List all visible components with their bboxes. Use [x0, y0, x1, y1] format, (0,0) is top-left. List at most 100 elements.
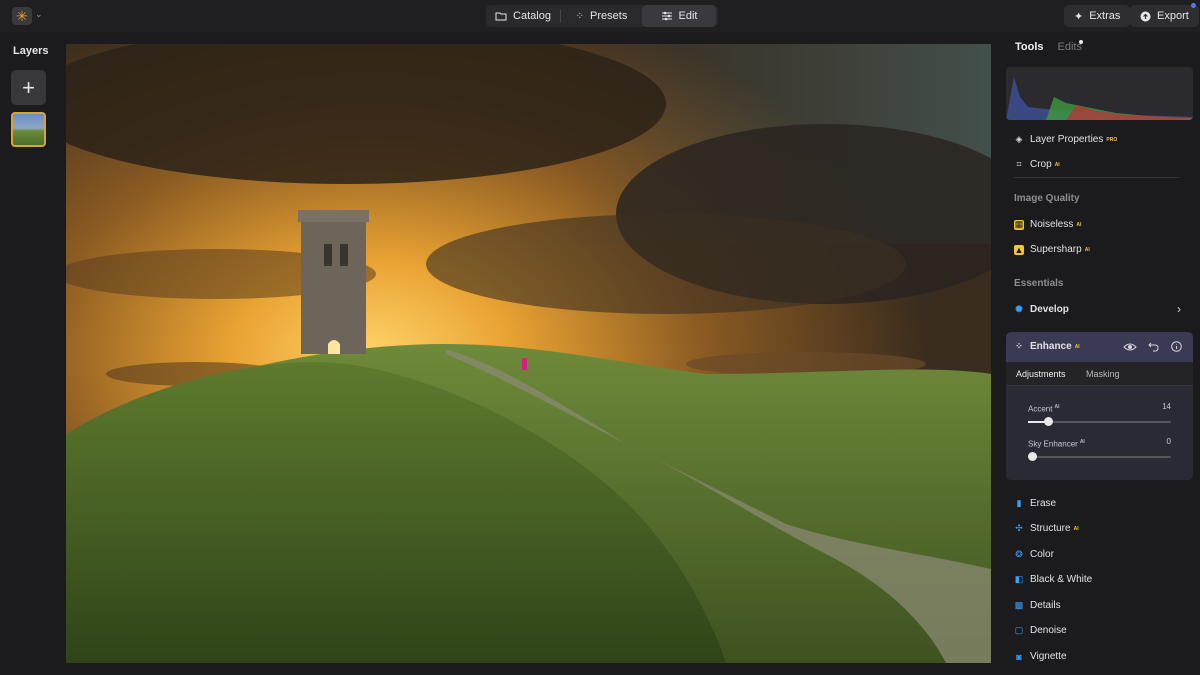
sliders-icon: [661, 11, 672, 21]
enhance-title-row: ⁘ Enhance AI: [1014, 341, 1080, 352]
structure-label: Structure: [1030, 523, 1071, 534]
enhance-header[interactable]: ⁘ Enhance AI: [1006, 332, 1193, 362]
tab-catalog[interactable]: Catalog: [486, 5, 560, 27]
vignette-label: Vignette: [1030, 651, 1067, 662]
app-logo-icon[interactable]: ✳: [12, 7, 32, 25]
black-white-label: Black & White: [1030, 574, 1093, 585]
accent-slider[interactable]: [1028, 417, 1171, 426]
details-icon: ▩: [1014, 600, 1024, 610]
accent-slider-label: Accent AI: [1028, 404, 1059, 414]
sparkle-icon: ✦: [1074, 10, 1084, 23]
black-white-icon: ◧: [1014, 574, 1024, 584]
vignette-icon: ◙: [1016, 651, 1022, 662]
export-button[interactable]: Export: [1130, 5, 1199, 27]
tab-presets[interactable]: ⁘ Presets: [561, 5, 642, 27]
details-label: Details: [1030, 600, 1061, 611]
enhance-subtabs: Adjustments Masking: [1006, 362, 1193, 386]
histogram: [1006, 67, 1193, 120]
enhance-title: Enhance: [1030, 341, 1072, 352]
enhance-panel: ⁘ Enhance AI Adjustments Masking Accent A…: [1006, 332, 1193, 480]
tool-crop[interactable]: ⌗ Crop AI: [1014, 159, 1060, 170]
tab-masking[interactable]: Masking: [1086, 369, 1120, 379]
chevron-right-icon[interactable]: ›: [1177, 302, 1181, 316]
layer-properties-label: Layer Properties: [1030, 134, 1104, 145]
tool-structure[interactable]: ✣ Structure AI: [1014, 523, 1079, 534]
mode-switcher: Catalog ⁘ Presets Edit: [486, 5, 718, 27]
tools-panel: Tools Edits ◈ Layer Properties PRO ⌗ Cro…: [1000, 32, 1200, 675]
color-label: Color: [1030, 549, 1054, 560]
tool-vignette[interactable]: ◙ Vignette: [1014, 651, 1067, 662]
layers-title: Layers: [13, 45, 49, 57]
tab-tools[interactable]: Tools: [1015, 41, 1044, 53]
tab-edit[interactable]: Edit: [642, 5, 716, 27]
section-image-quality: Image Quality: [1014, 193, 1080, 204]
divider: [1014, 177, 1180, 178]
structure-icon: ✣: [1015, 523, 1023, 533]
tab-presets-label: Presets: [590, 10, 628, 22]
color-icon: ❂: [1015, 549, 1023, 559]
sky-enhancer-slider-label: Sky Enhancer AI: [1028, 439, 1085, 449]
erase-label: Erase: [1030, 498, 1057, 509]
crop-label: Crop: [1030, 159, 1052, 170]
extras-button[interactable]: ✦ Extras: [1064, 5, 1131, 27]
tab-catalog-label: Catalog: [513, 10, 551, 22]
sky-enhancer-slider[interactable]: [1028, 452, 1171, 461]
tool-supersharp[interactable]: ▲ Supersharp AI: [1014, 244, 1090, 255]
ai-badge: AI: [1054, 404, 1060, 410]
notification-dot: [1191, 3, 1196, 8]
sky-enhancer-value: 0: [1166, 437, 1171, 446]
supersharp-label: Supersharp: [1030, 244, 1082, 255]
add-layer-button[interactable]: +: [11, 70, 46, 105]
section-essentials: Essentials: [1014, 278, 1064, 289]
crop-icon: ⌗: [1016, 159, 1022, 169]
ai-badge: AI: [1074, 343, 1080, 350]
eye-icon[interactable]: [1123, 342, 1137, 352]
supersharp-icon: ▲: [1014, 244, 1024, 255]
sparkle-icon: ⁘: [1015, 341, 1023, 351]
ai-badge: AI: [1073, 525, 1079, 532]
folder-icon: [495, 12, 507, 21]
denoise-label: Denoise: [1030, 625, 1067, 636]
photo-canvas[interactable]: [66, 44, 991, 663]
info-icon[interactable]: [1171, 341, 1182, 352]
tool-noiseless[interactable]: ▦ Noiseless AI: [1014, 219, 1081, 230]
eraser-icon: ▮: [1016, 498, 1022, 508]
sky-enhancer-label-text: Sky Enhancer: [1028, 439, 1078, 449]
extras-label: Extras: [1089, 10, 1121, 22]
develop-label: Develop: [1030, 304, 1069, 315]
layer-thumbnail[interactable]: [11, 112, 46, 147]
sun-icon: ✺: [1015, 304, 1023, 314]
tab-adjustments[interactable]: Adjustments: [1016, 369, 1066, 379]
accent-value: 14: [1162, 402, 1171, 411]
pro-badge: PRO: [1106, 136, 1118, 143]
plus-icon: +: [22, 74, 35, 100]
layers-icon: ◈: [1015, 134, 1023, 144]
ai-badge: AI: [1079, 439, 1085, 445]
ai-badge: AI: [1076, 221, 1082, 228]
denoise-icon: ▢: [1014, 625, 1024, 635]
tool-develop[interactable]: ✺ Develop: [1014, 304, 1069, 315]
upload-icon: [1140, 11, 1151, 21]
top-bar: ✳ ⌄ Catalog ⁘ Presets Edit ✦ Extras Expo…: [0, 0, 1200, 32]
tool-details[interactable]: ▩ Details: [1014, 600, 1061, 611]
sparkle-icon: ⁘: [575, 10, 585, 22]
export-label: Export: [1157, 10, 1189, 22]
tool-color[interactable]: ❂ Color: [1014, 549, 1054, 560]
panel-tabs: Tools Edits: [1015, 41, 1082, 53]
edits-indicator-dot: [1079, 40, 1083, 44]
accent-slider-knob[interactable]: [1044, 417, 1053, 426]
tool-layer-properties[interactable]: ◈ Layer Properties PRO: [1014, 134, 1118, 145]
ai-badge: AI: [1054, 161, 1060, 168]
landscape-photo: [66, 44, 991, 663]
tool-denoise[interactable]: ▢ Denoise: [1014, 625, 1067, 636]
tab-edit-label: Edit: [678, 10, 698, 22]
noiseless-icon: ▦: [1014, 219, 1024, 230]
tool-black-white[interactable]: ◧ Black & White: [1014, 574, 1093, 585]
accent-label-text: Accent: [1028, 404, 1053, 414]
chevron-down-icon[interactable]: ⌄: [35, 9, 43, 20]
ai-badge: AI: [1084, 246, 1090, 253]
sky-enhancer-slider-knob[interactable]: [1028, 452, 1037, 461]
noiseless-label: Noiseless: [1030, 219, 1074, 230]
tool-erase[interactable]: ▮ Erase: [1014, 498, 1057, 509]
undo-icon[interactable]: [1148, 341, 1159, 352]
